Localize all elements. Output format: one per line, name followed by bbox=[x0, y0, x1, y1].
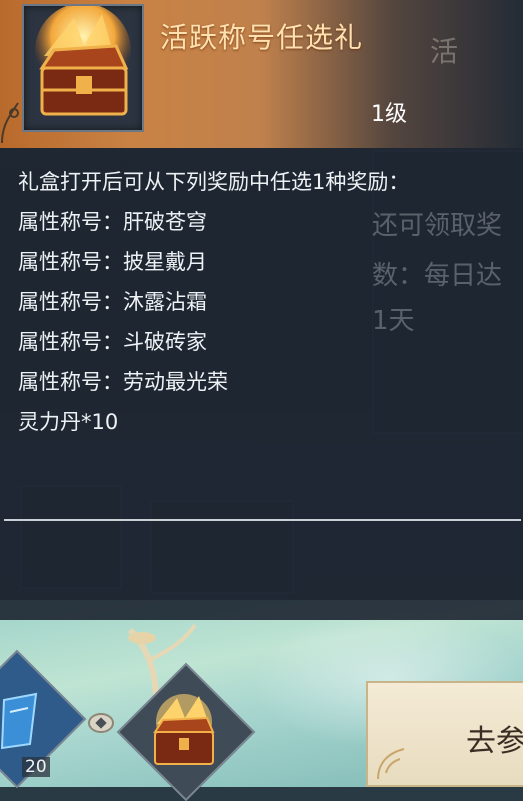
background-text: 1天 bbox=[372, 306, 415, 336]
button-ornament-icon bbox=[377, 748, 405, 780]
go-button-label: 去参 bbox=[466, 724, 523, 759]
item-tooltip: 活 活跃称号任选礼 1级 礼盒打开后可从下列奖励中任选1种奖励： 属性称号：肝破… bbox=[0, 0, 523, 620]
reward-option: 属性称号：斗破砖家 bbox=[18, 330, 207, 354]
background-text: 还可领取奖 bbox=[372, 211, 503, 241]
reward-option: 灵力丹*10 bbox=[18, 410, 119, 434]
go-participate-button[interactable]: 去参 bbox=[366, 681, 523, 787]
treasure-chest-icon bbox=[35, 3, 131, 116]
crystal-icon bbox=[0, 692, 38, 750]
item-icon-frame bbox=[22, 3, 144, 132]
ornament-icon bbox=[1, 102, 19, 144]
item-title: 活跃称号任选礼 bbox=[160, 21, 364, 54]
item-description: 礼盒打开后可从下列奖励中任选1种奖励： 属性称号：肝破苍穹 属性称号：披星戴月 … bbox=[18, 162, 518, 442]
reward-option: 属性称号：劳动最光荣 bbox=[18, 370, 228, 394]
link-connector-icon bbox=[88, 713, 114, 733]
tooltip-divider bbox=[4, 519, 521, 521]
item-level: 1级 bbox=[371, 102, 407, 127]
background-title-partial: 活 bbox=[430, 35, 459, 68]
description-intro: 礼盒打开后可从下列奖励中任选1种奖励： bbox=[18, 170, 410, 194]
treasure-chest-icon bbox=[153, 694, 215, 765]
item-count-badge: 20 bbox=[22, 757, 50, 777]
background-text: 数：每日达 bbox=[372, 261, 503, 291]
